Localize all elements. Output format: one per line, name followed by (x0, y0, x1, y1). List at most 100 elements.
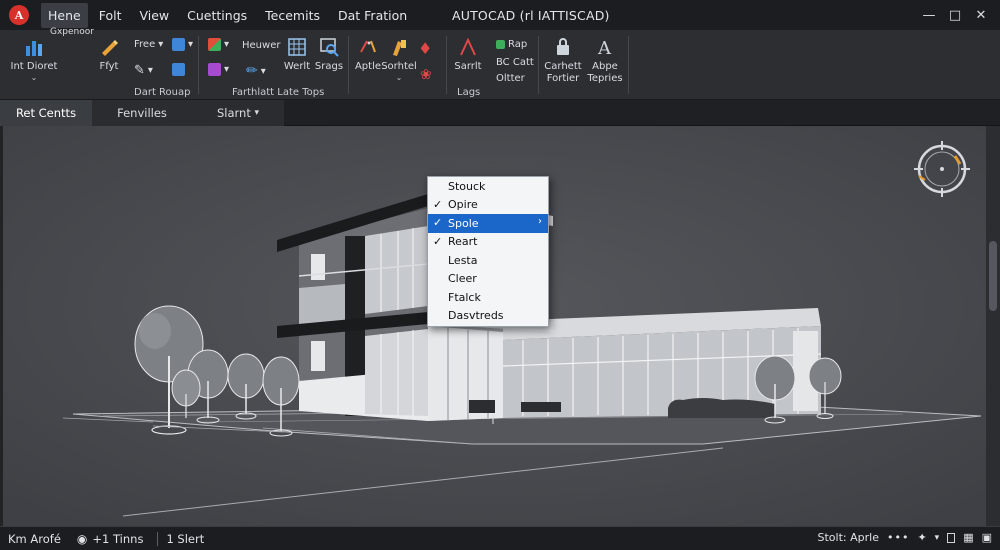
palette-icon (208, 38, 221, 51)
brush-icon: ✎ (134, 63, 145, 78)
context-menu-item-label: Opire (448, 198, 478, 212)
ribbon-separator (348, 36, 349, 94)
tool-sorhtel[interactable]: Sorhtel ⌄ (381, 37, 417, 82)
checkmark-icon: ✓ (433, 197, 443, 211)
tool-ffyt[interactable]: Ffyt (92, 37, 126, 73)
tool-layer-blue[interactable]: ▾ (172, 38, 193, 51)
tool-bc-catt[interactable]: BC Catt (496, 57, 534, 68)
tool-layers[interactable]: ▾ (208, 63, 229, 76)
group-label-layers: Farthlatt Late Tops (232, 87, 325, 98)
dots-icon[interactable]: ••• (887, 531, 909, 544)
tab-fenvilles[interactable]: Fenvilles (92, 100, 192, 126)
tool-carhett-fortier[interactable]: Carhett Fortier (542, 37, 584, 85)
tool-red-gear[interactable]: ❀ (420, 67, 432, 83)
ribbon-separator (446, 36, 447, 94)
tool-oltter[interactable]: Oltter (496, 73, 525, 84)
tool-int-dioret[interactable]: Int Dioret ⌄ (8, 37, 60, 82)
tool-free[interactable]: Free ▾ (134, 39, 163, 50)
shape-icon: ♦ (418, 39, 433, 58)
context-menu-item[interactable]: Stouck (428, 177, 548, 196)
context-menu-item-label: Spole (448, 216, 479, 230)
status-units[interactable]: ◉ +1 Tinns (77, 532, 144, 546)
menu-home[interactable]: Hene (41, 2, 88, 28)
globe-icon: ◉ (76, 531, 88, 546)
bar-chart-icon (24, 37, 44, 57)
ribbon-separator (538, 36, 539, 94)
sheet-icon[interactable] (947, 532, 956, 543)
tool-red-shape[interactable]: ♦ (418, 39, 432, 58)
pencil-icon (99, 37, 119, 57)
square-icon (172, 63, 185, 76)
group-label-lags: Lags (457, 87, 481, 98)
ribbon-separator (198, 36, 199, 94)
ribbon-separator (628, 36, 629, 94)
close-icon[interactable]: ✕ (968, 3, 994, 27)
status-sheet[interactable]: 1 Slert (157, 531, 204, 546)
menu-view[interactable]: View (132, 3, 176, 28)
minimize-icon[interactable]: — (916, 3, 942, 27)
crosshair-icon[interactable]: ✦ (917, 531, 926, 544)
layout-icon[interactable]: ▦ (963, 531, 973, 544)
text-icon: A (595, 37, 615, 57)
tool-aptle[interactable]: Aptle (352, 37, 384, 73)
menu-bar: Hene Folt View Cuettings Tecemits Dat Fr… (41, 0, 414, 30)
chevron-down-icon[interactable]: ⌄ (396, 73, 403, 82)
app-title: AUTOCAD (rl IATTISCAD) (452, 8, 610, 23)
compass-icon[interactable] (911, 138, 973, 200)
vertical-scrollbar[interactable] (986, 126, 1000, 526)
fullscreen-icon[interactable]: ▣ (982, 531, 992, 544)
chevron-down-icon[interactable]: ⌄ (31, 73, 38, 82)
menu-elements[interactable]: Tecemits (258, 3, 327, 28)
status-style[interactable]: Stolt: Aprle (818, 531, 879, 544)
context-menu-item-label: Cleer (448, 272, 477, 286)
status-bar: Km Arofé ◉ +1 Tinns 1 Slert Stolt: Aprle… (0, 526, 1000, 550)
chevron-down-icon: ▾ (188, 39, 194, 50)
tool-werlt[interactable]: Werlt (280, 37, 314, 73)
context-menu-item[interactable]: ✓ Spole › (428, 214, 548, 233)
title-bar: A Hene Folt View Cuettings Tecemits Dat … (0, 0, 1000, 30)
tab-ret-centts[interactable]: Ret Centts (0, 100, 92, 126)
tool-abpe-tepries[interactable]: A Abpe Tepries (584, 37, 626, 85)
menu-edit[interactable]: Folt (92, 3, 129, 28)
tool-sarrlt[interactable]: Sarrlt (450, 37, 486, 73)
tool-rap[interactable]: Rap (496, 39, 527, 50)
gear-icon: ❀ (420, 67, 432, 83)
ribbon-floating-label: Gxpenoor (50, 27, 94, 37)
context-menu-item[interactable]: Lesta (428, 251, 548, 270)
menu-settings[interactable]: Cuettings (180, 3, 254, 28)
window-controls: — □ ✕ (916, 3, 994, 27)
chevron-down-icon[interactable]: ▾ (935, 533, 940, 543)
document-tab-bar: Ret Centts Fenvilles Slarnt ▾ (0, 100, 1000, 126)
context-menu-item[interactable]: ✓ Reart (428, 233, 548, 252)
chevron-down-icon: ▾ (224, 39, 230, 50)
context-menu-item[interactable]: Dasvtreds (428, 307, 548, 326)
chevron-down-icon: ▾ (224, 64, 230, 75)
chevron-right-icon: › (538, 216, 542, 227)
status-coords[interactable]: Km Arofé (8, 532, 61, 546)
tool-layer-blue-2[interactable] (172, 63, 185, 76)
tool-srags[interactable]: Srags (312, 37, 346, 73)
tool-colors[interactable]: ▾ (208, 38, 229, 51)
chevron-down-icon: ▾ (147, 65, 153, 76)
status-right-group: Stolt: Aprle ••• ✦ ▾ ▦ ▣ (818, 531, 992, 544)
layers-icon (208, 63, 221, 76)
pen-icon: ✏ (246, 63, 258, 79)
brush-icon (389, 37, 409, 57)
grid-icon (287, 37, 307, 57)
tool-brush-small[interactable]: ✎ ▾ (134, 63, 153, 78)
svg-text:A: A (597, 38, 612, 57)
tab-slarnt[interactable]: Slarnt ▾ (192, 100, 284, 126)
scrollbar-thumb[interactable] (989, 241, 997, 311)
tool-heuwer[interactable]: Heuwer (242, 40, 280, 51)
context-menu-item[interactable]: ✓ Opire (428, 196, 548, 215)
menu-fraction[interactable]: Dat Fration (331, 3, 414, 28)
context-menu-item[interactable]: Cleer (428, 270, 548, 289)
context-menu-item[interactable]: Ftalck (428, 288, 548, 307)
context-menu-item-label: Dasvtreds (448, 309, 504, 323)
chevron-down-icon: ▾ (254, 108, 260, 118)
autocad-logo-icon[interactable]: A (9, 5, 29, 25)
context-menu: Stouck ✓ Opire ✓ Spole › ✓ Reart Lesta Cleer Ftalc… (427, 176, 549, 327)
maximize-icon[interactable]: □ (942, 3, 968, 27)
tool-pen-small[interactable]: ✏ ▾ (246, 63, 266, 79)
group-label-draw: Dart Rouap (134, 87, 191, 98)
